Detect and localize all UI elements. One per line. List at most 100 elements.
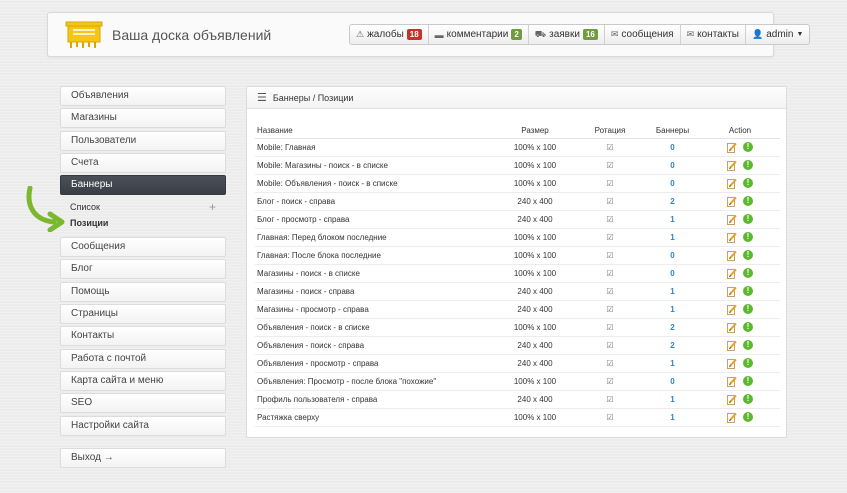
sidebar-item-top-0[interactable]: Объявления <box>60 86 226 106</box>
checkbox-icon[interactable]: ☑ <box>606 161 613 170</box>
info-icon[interactable]: ! <box>743 142 753 152</box>
info-icon[interactable]: ! <box>743 412 753 422</box>
checkbox-icon[interactable]: ☑ <box>606 359 613 368</box>
sidebar-item-bottom-2[interactable]: Помощь <box>60 281 226 302</box>
edit-icon[interactable] <box>727 232 737 243</box>
checkbox-icon[interactable]: ☑ <box>606 305 613 314</box>
checkbox-icon[interactable]: ☑ <box>606 395 613 404</box>
sidebar-item-bottom-8[interactable]: Настройки сайта <box>60 415 226 436</box>
row-banners[interactable]: 1 <box>645 354 700 373</box>
row-banners[interactable]: 1 <box>645 282 700 301</box>
edit-icon[interactable] <box>727 358 737 369</box>
info-icon[interactable]: ! <box>743 268 753 278</box>
row-size: 240 x 400 <box>495 282 575 301</box>
row-banners[interactable]: 2 <box>645 318 700 337</box>
nav-item-2[interactable]: ⛟ заявки 16 <box>529 25 605 44</box>
sidebar-item-bottom-5[interactable]: Работа с почтой <box>60 348 226 369</box>
checkbox-icon[interactable]: ☑ <box>606 413 613 422</box>
menu-icon[interactable]: ☰ <box>257 91 267 104</box>
row-rotation: ☑ <box>575 354 645 373</box>
nav-item-1[interactable]: ▬ комментарии 2 <box>429 25 529 44</box>
info-icon[interactable]: ! <box>743 340 753 350</box>
row-banners[interactable]: 1 <box>645 210 700 229</box>
checkbox-icon[interactable]: ☑ <box>606 251 613 260</box>
info-icon[interactable]: ! <box>743 286 753 296</box>
row-banners[interactable]: 0 <box>645 264 700 283</box>
edit-icon[interactable] <box>727 268 737 279</box>
info-icon[interactable]: ! <box>743 250 753 260</box>
info-icon[interactable]: ! <box>743 376 753 386</box>
table-header-row: Название Размер Ротация Баннеры Action <box>255 123 780 139</box>
edit-icon[interactable] <box>727 340 737 351</box>
row-banners[interactable]: 0 <box>645 156 700 175</box>
checkbox-icon[interactable]: ☑ <box>606 269 613 278</box>
info-icon[interactable]: ! <box>743 358 753 368</box>
sidebar-item-bottom-1[interactable]: Блог <box>60 259 226 280</box>
info-icon[interactable]: ! <box>743 322 753 332</box>
edit-icon[interactable] <box>727 412 737 423</box>
checkbox-icon[interactable]: ☑ <box>606 233 613 242</box>
sidebar-item-top-1[interactable]: Магазины <box>60 108 226 129</box>
edit-icon[interactable] <box>727 322 737 333</box>
row-banners[interactable]: 1 <box>645 390 700 409</box>
edit-icon[interactable] <box>727 394 737 405</box>
edit-icon[interactable] <box>727 286 737 297</box>
sidebar-item-bottom-7[interactable]: SEO <box>60 393 226 414</box>
sidebar-item-top-3[interactable]: Счета <box>60 152 226 173</box>
row-banners[interactable]: 0 <box>645 138 700 157</box>
site-title[interactable]: Ваша доска объявлений <box>112 27 271 43</box>
info-icon[interactable]: ! <box>743 304 753 314</box>
table-row: Главная: После блока последние 100% x 100… <box>255 246 780 265</box>
edit-icon[interactable] <box>727 142 737 153</box>
row-name: Магазины - поиск - в списке <box>255 264 495 283</box>
checkbox-icon[interactable]: ☑ <box>606 287 613 296</box>
row-size: 100% x 100 <box>495 372 575 391</box>
row-size: 100% x 100 <box>495 408 575 427</box>
sidebar-item-bottom-6[interactable]: Карта сайта и меню <box>60 370 226 391</box>
sidebar-subitem-1[interactable]: Позиции <box>60 215 226 231</box>
row-banners[interactable]: 2 <box>645 336 700 355</box>
count-badge: 16 <box>582 29 598 40</box>
info-icon[interactable]: ! <box>743 178 753 188</box>
nav-item-4[interactable]: ✉ контакты <box>681 25 746 44</box>
plus-icon[interactable]: + <box>209 199 216 215</box>
sidebar-item-bottom-3[interactable]: Страницы <box>60 304 226 325</box>
row-banners[interactable]: 0 <box>645 174 700 193</box>
info-icon[interactable]: ! <box>743 196 753 206</box>
sidebar-subitem-label: Список <box>70 202 100 213</box>
checkbox-icon[interactable]: ☑ <box>606 323 613 332</box>
checkbox-icon[interactable]: ☑ <box>606 179 613 188</box>
edit-icon[interactable] <box>727 376 737 387</box>
sidebar-item-bottom-4[interactable]: Контакты <box>60 326 226 347</box>
sidebar-subitem-0[interactable]: Список + <box>60 199 226 215</box>
row-banners[interactable]: 1 <box>645 300 700 319</box>
info-icon[interactable]: ! <box>743 214 753 224</box>
nav-item-0[interactable]: ⚠ жалобы 18 <box>350 25 429 44</box>
checkbox-icon[interactable]: ☑ <box>606 341 613 350</box>
info-icon[interactable]: ! <box>743 160 753 170</box>
sidebar-item-top-2[interactable]: Пользователи <box>60 130 226 151</box>
row-banners[interactable]: 0 <box>645 246 700 265</box>
info-icon[interactable]: ! <box>743 232 753 242</box>
nav-item-5[interactable]: 👤 admin ▼ <box>746 25 809 44</box>
row-size: 240 x 400 <box>495 210 575 229</box>
row-banners[interactable]: 0 <box>645 372 700 391</box>
row-banners[interactable]: 1 <box>645 408 700 427</box>
sidebar-item-top-4[interactable]: Баннеры <box>60 175 226 196</box>
edit-icon[interactable] <box>727 304 737 315</box>
row-banners[interactable]: 2 <box>645 192 700 211</box>
edit-icon[interactable] <box>727 178 737 189</box>
sidebar-item-bottom-0[interactable]: Сообщения <box>60 237 226 258</box>
edit-icon[interactable] <box>727 160 737 171</box>
checkbox-icon[interactable]: ☑ <box>606 197 613 206</box>
edit-icon[interactable] <box>727 250 737 261</box>
checkbox-icon[interactable]: ☑ <box>606 215 613 224</box>
checkbox-icon[interactable]: ☑ <box>606 377 613 386</box>
nav-item-3[interactable]: ✉ сообщения <box>605 25 681 44</box>
edit-icon[interactable] <box>727 214 737 225</box>
checkbox-icon[interactable]: ☑ <box>606 143 613 152</box>
edit-icon[interactable] <box>727 196 737 207</box>
logout-button[interactable]: Выход → <box>60 448 226 468</box>
row-banners[interactable]: 1 <box>645 228 700 247</box>
info-icon[interactable]: ! <box>743 394 753 404</box>
